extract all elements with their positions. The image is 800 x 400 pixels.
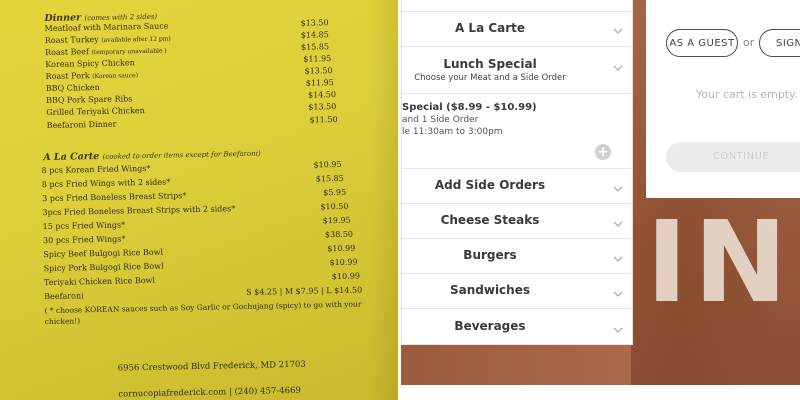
chevron-down-icon[interactable] (613, 186, 623, 192)
category-title: Lunch Special (443, 57, 537, 71)
menu-category-accordion: A La Carte Lunch Special Choose your Mea… (401, 0, 633, 345)
chevron-down-icon[interactable] (613, 28, 623, 34)
category-a-la-carte[interactable]: A La Carte (402, 11, 632, 47)
background-sign-letters: IN (646, 198, 794, 328)
category-beverages[interactable]: Beverages (402, 309, 632, 345)
printed-menu: Dinner (comes with 2 sides) Meatloaf wit… (0, 0, 398, 400)
chevron-down-icon[interactable] (613, 221, 623, 227)
alacarte-note: (cooked to order items except for Beefar… (102, 149, 261, 161)
menu-item-price: $13.50 (300, 18, 329, 28)
menu-item-price: $14.50 (307, 89, 337, 100)
menu-item-price: $15.85 (300, 42, 330, 52)
menu-footnote: ( * choose KOREAN sauces such as Soy Gar… (44, 299, 362, 327)
menu-item-price: $10.99 (329, 257, 358, 268)
category-title: Sandwiches (449, 283, 530, 297)
item-availability: le 11:30am to 3:00pm (402, 127, 503, 137)
menu-item-name: 8 pcs Korean Fried Wings* (41, 163, 151, 176)
background-photo-strip (401, 345, 631, 385)
category-cheese-steaks[interactable]: Cheese Steaks (402, 203, 632, 239)
category-sandwiches[interactable]: Sandwiches (402, 273, 632, 309)
menu-item-price: $11.50 (309, 114, 338, 125)
menu-item-note: (available after 12 pm) (101, 35, 171, 44)
menu-item-price: S $4.25 | M $7.95 | L $14.50 (246, 285, 363, 297)
menu-item-price: $15.85 (315, 173, 344, 184)
or-separator: or (743, 36, 755, 49)
menu-item-name: Grilled Teriyaki Chicken (46, 105, 145, 118)
chevron-down-icon[interactable] (613, 256, 623, 262)
menu-item-price: $19.95 (322, 215, 351, 226)
menu-item-name: 30 pcs Fried Wings* (42, 234, 126, 246)
continue-button[interactable]: CONTINUE (666, 142, 800, 172)
menu-item-price: $10.50 (320, 201, 349, 212)
category-title: Burgers (463, 248, 517, 262)
menu-item-price: $10.95 (313, 159, 342, 170)
menu-item-name: 8 pcs Fried Wings with 2 sides* (41, 177, 171, 190)
category-add-side-orders[interactable]: Add Side Orders (402, 168, 632, 204)
menu-item-price: $13.50 (308, 101, 337, 112)
menu-item-price: $10.99 (331, 271, 360, 282)
menu-item-name: 15 pcs Fried Wings* (42, 220, 126, 232)
menu-item-name: Beefaroni (44, 291, 84, 302)
item-description: and 1 Side Order (402, 115, 479, 125)
category-subtitle: Choose your Meat and a Side Order (414, 73, 566, 83)
chevron-down-icon[interactable] (613, 291, 623, 297)
sign-in-button[interactable]: SIGN (759, 29, 800, 57)
alacarte-title: A La Carte (43, 150, 100, 164)
chevron-down-icon[interactable] (613, 327, 623, 333)
menu-item-price: $11.95 (303, 54, 332, 64)
menu-photo: Dinner (comes with 2 sides) Meatloaf wit… (0, 0, 398, 400)
menu-address: 6956 Crestwood Blvd Frederick, MD 21703 (117, 359, 306, 374)
category-title: Cheese Steaks (440, 213, 540, 227)
category-title: Add Side Orders (434, 178, 546, 192)
plus-circle-icon[interactable]: + (595, 144, 611, 160)
menu-item-price: $38.50 (324, 229, 354, 240)
menu-contact: cornucopiafrederick.com | (240) 457-4669 (118, 385, 301, 400)
item-name: Special ($8.99 - $10.99) (402, 102, 537, 113)
lunch-special-item[interactable]: Special ($8.99 - $10.99) and 1 Side Orde… (402, 94, 632, 169)
category-title: Beverages (454, 319, 526, 333)
chevron-down-icon[interactable] (613, 65, 623, 71)
bottom-white-strip (401, 385, 800, 400)
menu-item-name: Beefaroni Dinner (46, 119, 117, 131)
menu-item-note: (Korean sauce) (92, 72, 139, 81)
menu-item-price: $10.99 (327, 243, 356, 254)
menu-item-note: (temporary unavailable ) (91, 47, 167, 57)
menu-item-price: $5.95 (323, 187, 347, 198)
cart-panel: AS A GUEST or SIGN Your cart is empty. C… (646, 0, 800, 198)
category-title: A La Carte (454, 21, 526, 35)
checkout-as-guest-button[interactable]: AS A GUEST (666, 29, 738, 57)
menu-item-name: Roast Pork (45, 71, 90, 82)
cart-empty-message: Your cart is empty. (696, 88, 798, 101)
menu-item-name: 3 pcs Fried Boneless Breast Strips* (42, 191, 187, 204)
menu-item-name: Teriyaki Chicken Rice Bowl (43, 275, 156, 288)
category-burgers[interactable]: Burgers (402, 238, 632, 274)
menu-item-price: $13.50 (304, 66, 333, 76)
menu-item-name: Spicy Pork Bulgogi Rice Bowl (43, 261, 164, 274)
menu-item-price: $14.85 (300, 30, 329, 40)
category-lunch-special[interactable]: Lunch Special Choose your Meat and a Sid… (402, 47, 632, 94)
menu-item-name: Spicy Beef Bulgogi Rice Bowl (43, 247, 164, 260)
menu-item-name: Roast Beef (45, 47, 89, 58)
menu-item-price: $11.95 (305, 78, 334, 88)
